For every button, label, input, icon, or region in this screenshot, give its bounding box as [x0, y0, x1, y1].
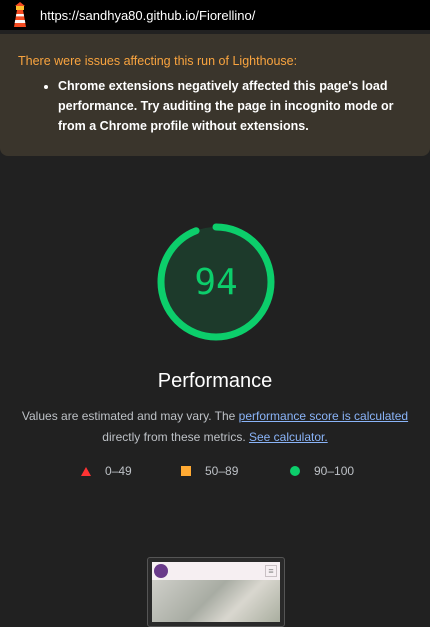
performance-score-gauge[interactable]: 94 [153, 223, 279, 341]
legend-label: 50–89 [205, 464, 239, 478]
warning-heading: There were issues affecting this run of … [18, 54, 298, 68]
legend-item-fail: 0–49 [81, 464, 132, 478]
see-calculator-link[interactable]: See calculator. [249, 430, 328, 444]
legend-item-pass: 90–100 [290, 464, 354, 478]
thumbnail-page: ≡ [152, 562, 280, 622]
green-circle-icon [290, 466, 300, 476]
performance-score-value: 94 [194, 261, 238, 303]
desc-text-1: Values are estimated and may vary. The [21, 409, 239, 423]
red-triangle-icon [81, 466, 91, 476]
warning-item: Chrome extensions negatively affected th… [58, 76, 412, 136]
legend-label: 90–100 [314, 464, 355, 478]
desc-text-2: directly from these metrics. [102, 430, 249, 444]
category-title: Performance [157, 370, 273, 392]
score-scale-legend: 0–49 50–89 90–100 [0, 464, 430, 480]
lighthouse-logo-icon [14, 2, 26, 27]
lighthouse-warning-banner: There were issues affecting this run of … [0, 34, 430, 156]
hamburger-icon: ≡ [265, 565, 277, 577]
browser-top-bar: https://sandhya80.github.io/Fiorellino/ [0, 0, 430, 30]
legend-label: 0–49 [105, 464, 132, 478]
category-description: Values are estimated and may vary. The p… [0, 406, 430, 448]
legend-item-average: 50–89 [181, 464, 238, 478]
score-calculated-link[interactable]: performance score is calculated [239, 409, 408, 423]
page-url[interactable]: https://sandhya80.github.io/Fiorellino/ [40, 8, 255, 23]
warning-list: Chrome extensions negatively affected th… [18, 76, 412, 136]
site-logo-icon [154, 564, 168, 578]
orange-square-icon [181, 466, 191, 476]
final-screenshot-thumbnail[interactable]: ≡ [147, 557, 285, 627]
